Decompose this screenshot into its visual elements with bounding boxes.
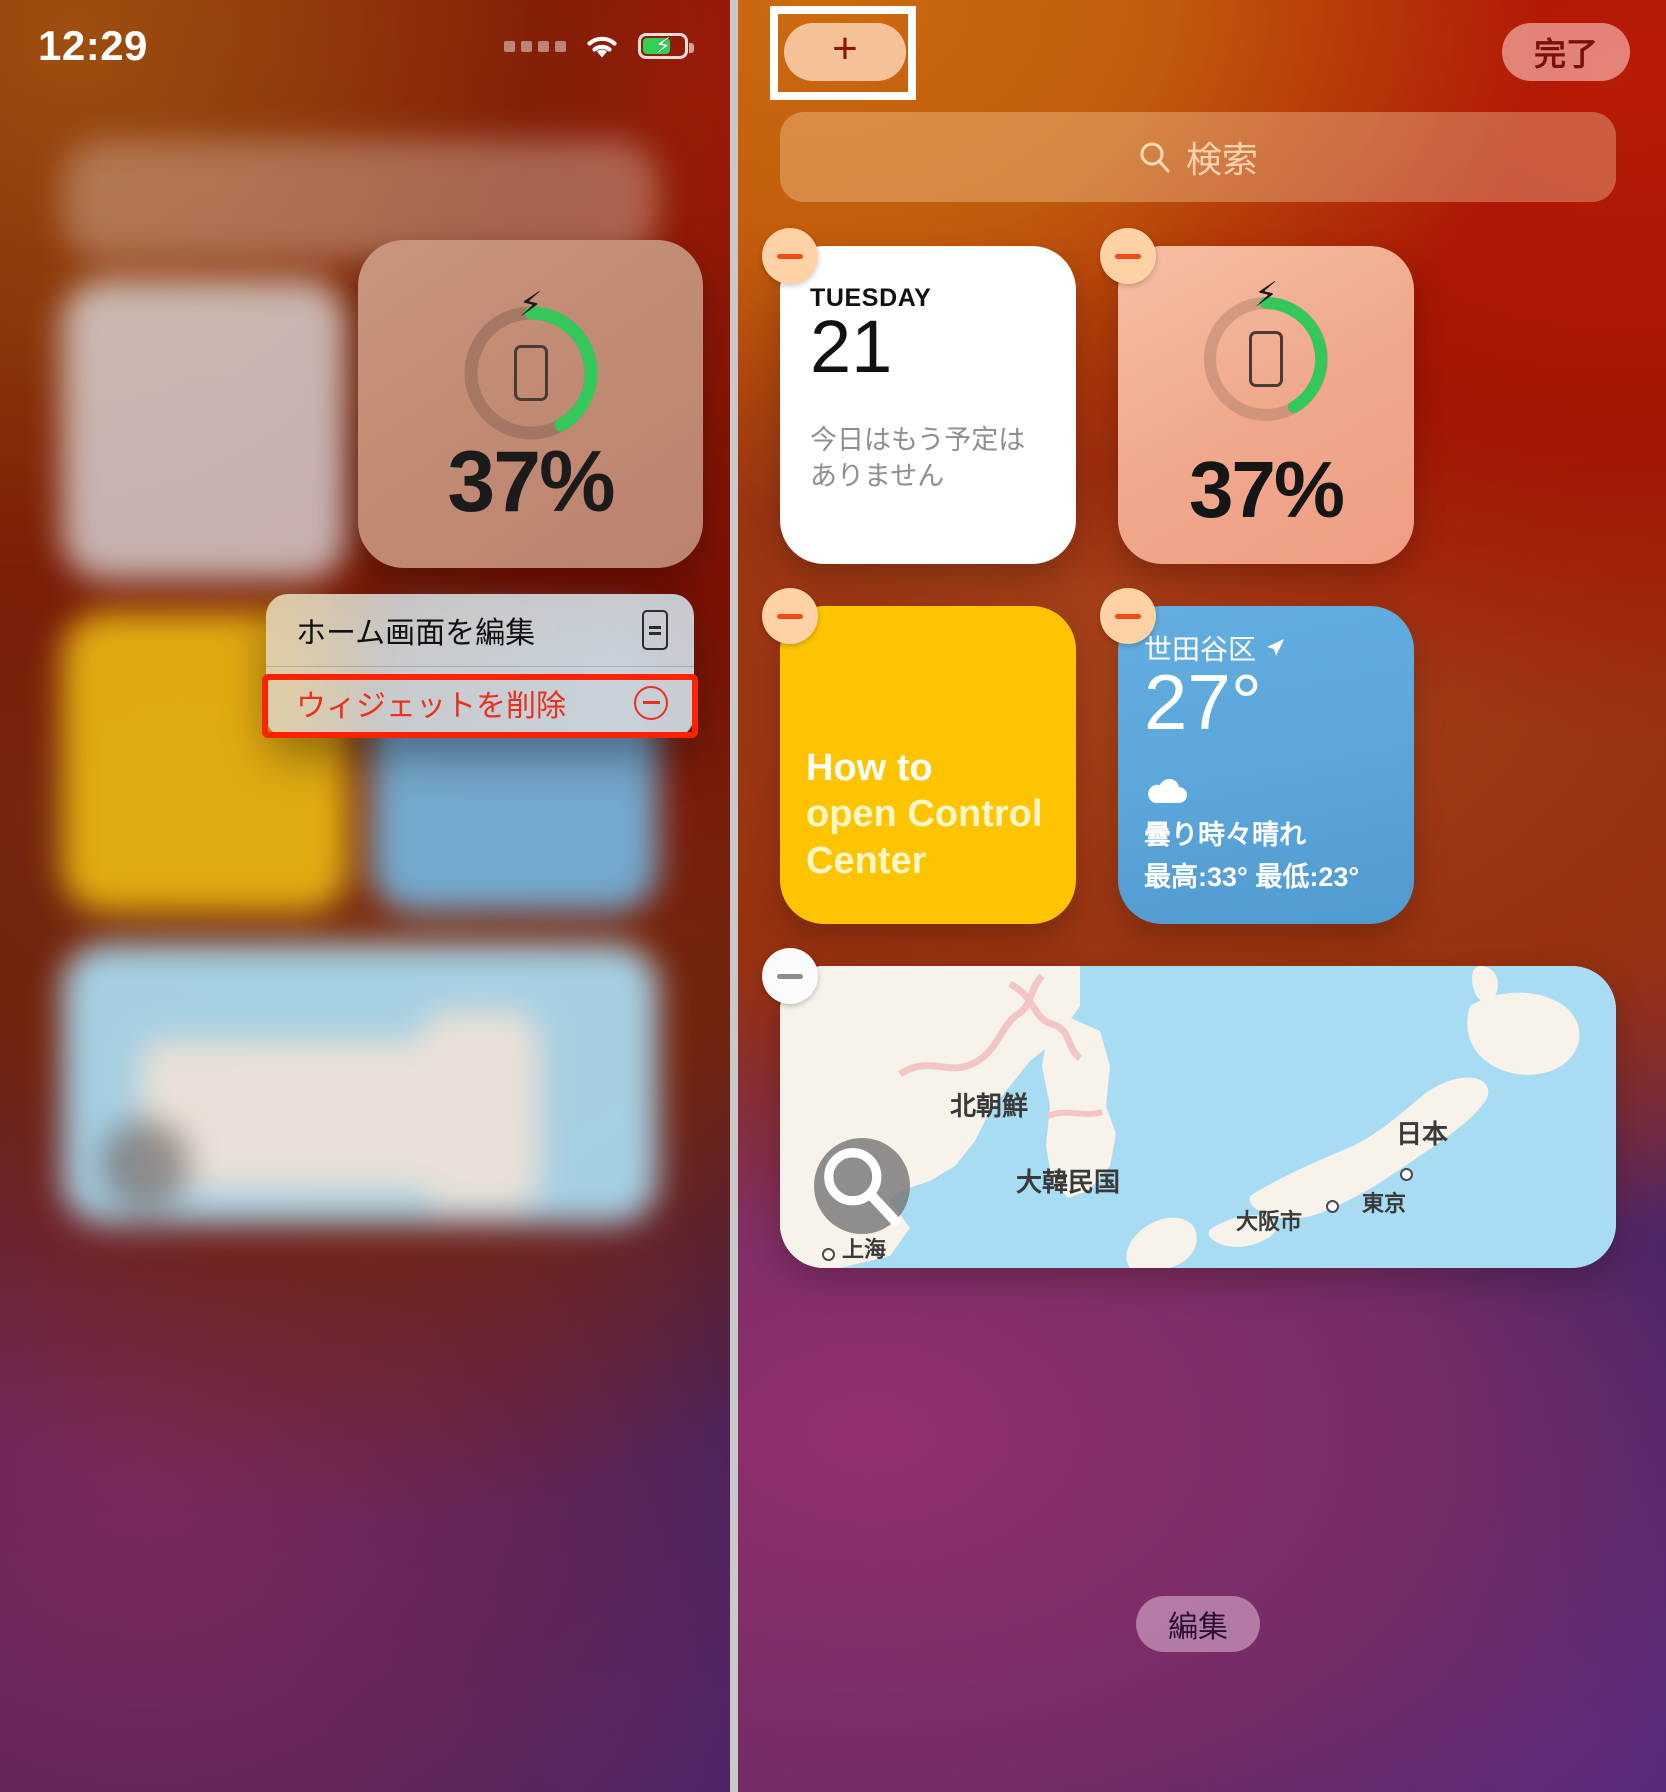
remove-widget-button-map[interactable]	[762, 948, 818, 1004]
weather-widget[interactable]: 世田谷区 27° 曇り時々晴れ 最高:33° 最低:23°	[1100, 588, 1414, 924]
location-arrow-icon	[1267, 639, 1285, 656]
battery-percent-right: 37%	[1188, 445, 1345, 534]
map-label-south-korea: 大韓民国	[1016, 1167, 1121, 1197]
menu-item-edit-home-screen[interactable]: ホーム画面を編集	[266, 594, 694, 666]
left-phone-screen: 12:29 ⚡ ⚡ 37% ホーム画面を編集 ウィジェットを削除	[0, 0, 730, 1792]
status-icons: ⚡	[504, 31, 694, 61]
context-menu: ホーム画面を編集 ウィジェットを削除	[266, 594, 694, 738]
battery-ring-iphone-icon: ⚡	[1199, 278, 1333, 426]
map-search-button[interactable]	[814, 1138, 910, 1234]
remove-widget-button-weather[interactable]	[1100, 588, 1156, 644]
howto-widget-body: How to open Control Center	[780, 606, 1076, 924]
map-dot-osaka	[1326, 1200, 1339, 1213]
minus-circle-icon	[634, 685, 668, 720]
add-widget-button[interactable]: +	[784, 23, 906, 81]
widget-edit-topbar: + 完了	[730, 0, 1666, 104]
map-label-shanghai: 上海	[842, 1237, 887, 1262]
howto-line-3: Center	[806, 839, 927, 882]
wifi-icon	[587, 36, 617, 58]
maps-widget[interactable]: 北朝鮮 日本 大韓民国 大阪市 東京 上海	[762, 948, 1616, 1268]
map-label-osaka: 大阪市	[1236, 1209, 1303, 1234]
howto-widget[interactable]: How to open Control Center	[762, 588, 1076, 924]
search-icon	[824, 1148, 901, 1227]
remove-widget-button-howto[interactable]	[762, 588, 818, 644]
cloud-icon	[1148, 778, 1187, 803]
menu-item-remove-widget[interactable]: ウィジェットを削除	[266, 666, 694, 738]
remove-widget-button-calendar[interactable]	[762, 228, 818, 284]
map-dot-tokyo	[1400, 1168, 1413, 1181]
right-phone-screen: + 完了 検索 TUESDAY 21 今日はもう予定はありません ⚡ 37% H…	[730, 0, 1666, 1792]
panel-divider	[730, 0, 738, 1792]
plus-icon: +	[832, 24, 858, 73]
battery-charging-icon: ⚡	[638, 33, 694, 59]
widget-row: TUESDAY 21 今日はもう予定はありません ⚡ 37%	[762, 228, 1616, 564]
search-field[interactable]: 検索	[780, 112, 1616, 202]
map-label-north-korea: 北朝鮮	[950, 1091, 1029, 1121]
battery-widget-left[interactable]: ⚡ 37%	[358, 240, 703, 568]
done-button[interactable]: 完了	[1502, 23, 1630, 81]
weather-condition: 曇り時々晴れ	[1144, 820, 1306, 850]
battery-ring-iphone-icon: ⚡	[460, 288, 602, 444]
screenshot-root: 12:29 ⚡ ⚡ 37% ホーム画面を編集 ウィジェットを削除 + 完了 検索…	[0, 0, 1666, 1792]
calendar-widget-body: TUESDAY 21 今日はもう予定はありません	[780, 246, 1076, 564]
howto-line-2: open Control	[806, 793, 1043, 836]
edit-button[interactable]: 編集	[1136, 1596, 1260, 1652]
menu-item-label: ホーム画面を編集	[296, 617, 536, 650]
search-placeholder: 検索	[1185, 139, 1258, 180]
status-clock: 12:29	[38, 22, 148, 69]
maps-widget-body: 北朝鮮 日本 大韓民国 大阪市 東京 上海	[780, 966, 1616, 1268]
battery-percent-left: 37%	[447, 434, 615, 530]
widget-row: 北朝鮮 日本 大韓民国 大阪市 東京 上海	[762, 948, 1616, 1268]
remote-control-icon	[642, 610, 668, 650]
signal-dots-icon	[504, 40, 566, 52]
calendar-note: 今日はもう予定はありません	[810, 425, 1026, 492]
calendar-day: 21	[810, 305, 893, 388]
status-bar-left: 12:29 ⚡	[0, 0, 730, 92]
menu-item-label: ウィジェットを削除	[296, 689, 566, 723]
weather-temperature: 27°	[1144, 658, 1262, 746]
remove-widget-button-battery[interactable]	[1100, 228, 1156, 284]
howto-line-1: How to	[806, 746, 933, 789]
map-label-tokyo: 東京	[1362, 1191, 1407, 1216]
battery-widget-right[interactable]: ⚡ 37%	[1100, 228, 1414, 564]
search-icon	[1140, 142, 1170, 173]
map-dot-shanghai	[822, 1248, 835, 1261]
battery-widget-body: ⚡ 37%	[1118, 246, 1414, 564]
calendar-widget[interactable]: TUESDAY 21 今日はもう予定はありません	[762, 228, 1076, 564]
map-label-japan: 日本	[1396, 1119, 1449, 1149]
widget-grid: TUESDAY 21 今日はもう予定はありません ⚡ 37% How to op…	[762, 228, 1616, 1310]
widget-row: How to open Control Center 世田谷区 27° 曇り時々…	[762, 588, 1616, 924]
weather-high-low: 最高:33° 最低:23°	[1144, 862, 1360, 892]
weather-widget-body: 世田谷区 27° 曇り時々晴れ 最高:33° 最低:23°	[1118, 606, 1414, 924]
